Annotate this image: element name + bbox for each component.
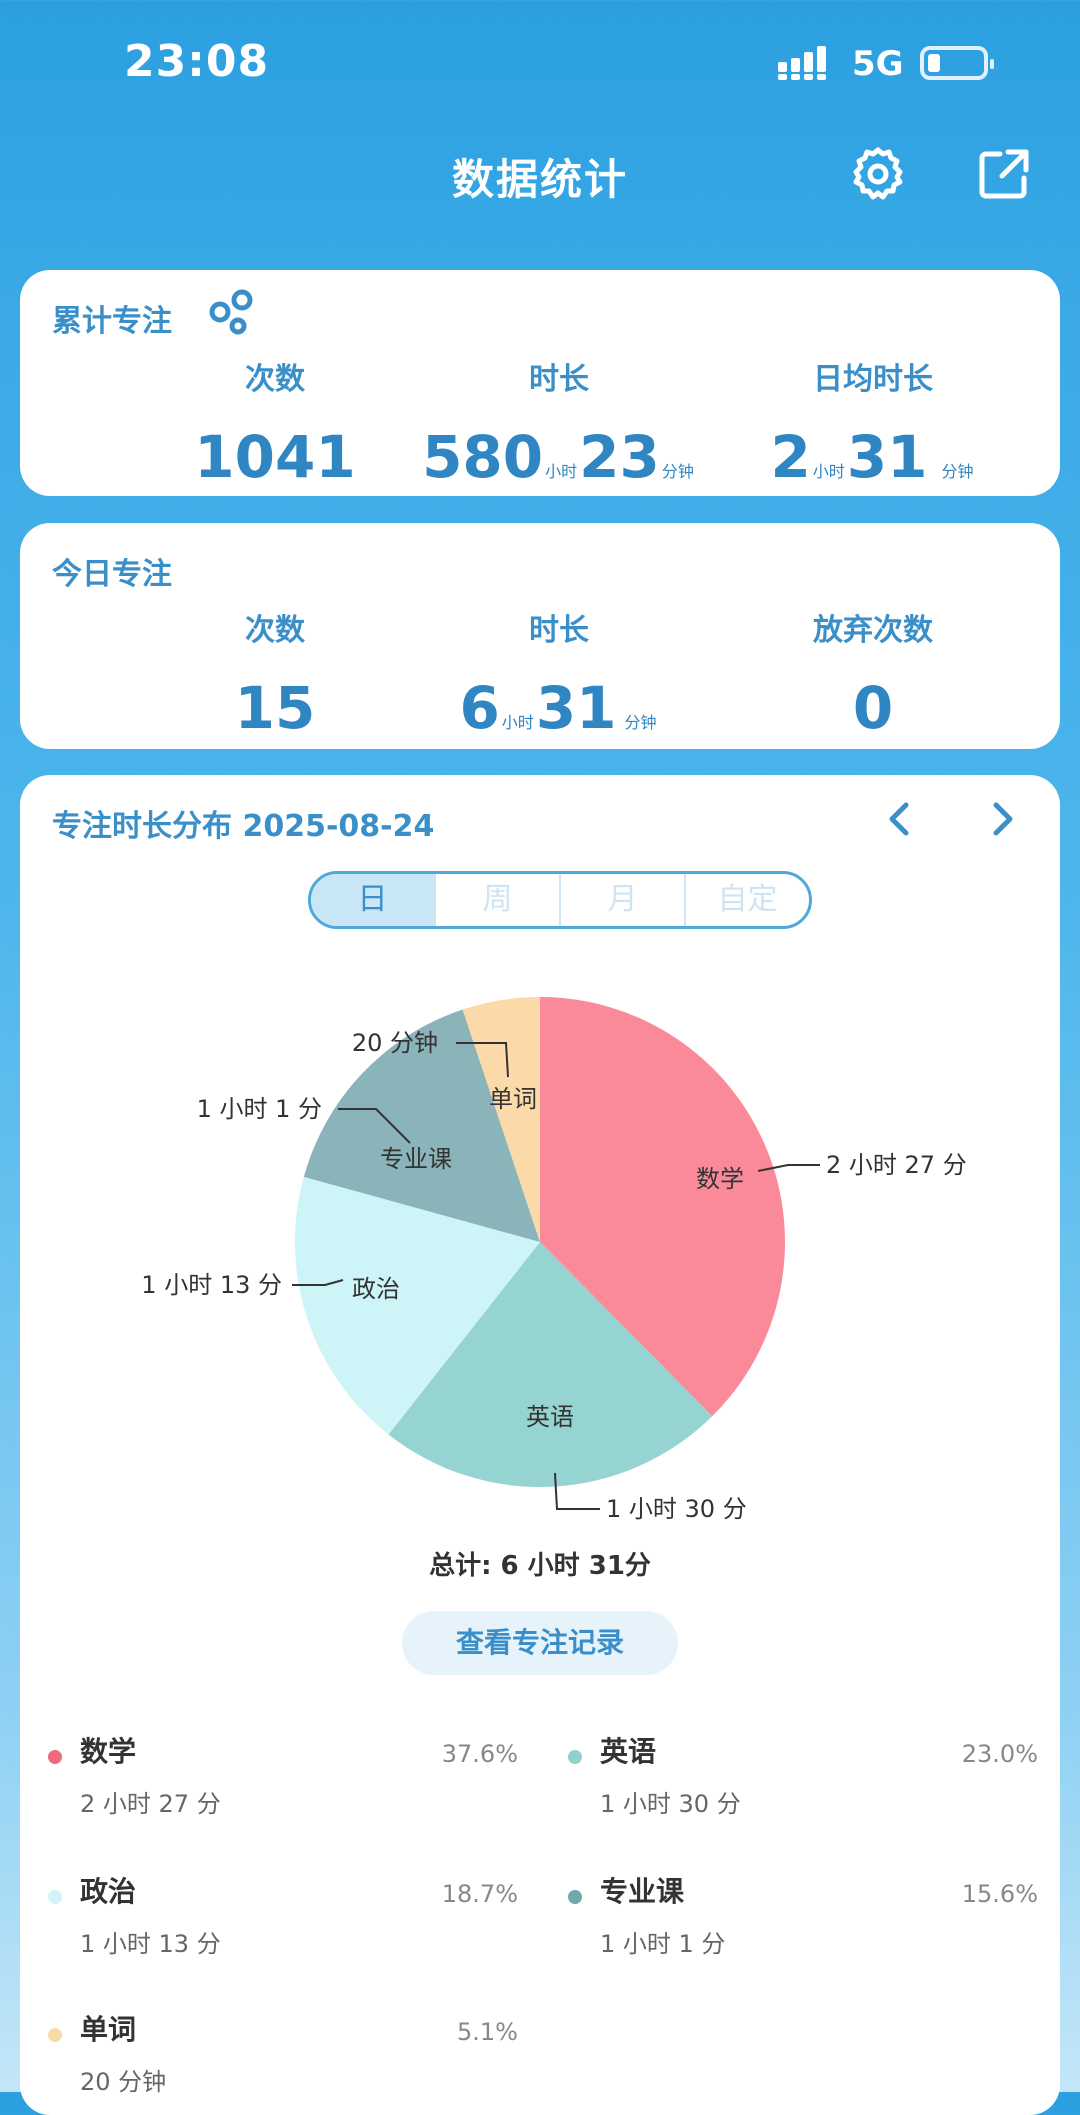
cumulative-average: 日均时长 2 小时31 分钟 bbox=[700, 354, 1046, 486]
cumulative-hours: 580 bbox=[422, 423, 544, 491]
legend-duration: 1 小时 30 分 bbox=[600, 1790, 741, 1818]
legend-percent: 23.0% bbox=[961, 1740, 1038, 1768]
network-type: 5G bbox=[852, 44, 904, 84]
legend-dot bbox=[48, 1750, 62, 1764]
battery-icon bbox=[920, 46, 994, 80]
slice-label: 单词 bbox=[489, 1085, 537, 1113]
cumulative-title: 累计专注 bbox=[52, 304, 172, 339]
today-duration-value: 6 小时31 分钟 bbox=[386, 679, 732, 737]
status-time: 23:08 bbox=[124, 36, 270, 87]
cumulative-average-label: 日均时长 bbox=[813, 362, 933, 397]
cumulative-average-value: 2 小时31 分钟 bbox=[700, 428, 1046, 486]
slice-value-label: 2 小时 27 分 bbox=[826, 1151, 967, 1179]
legend-dot bbox=[568, 1750, 582, 1764]
today-abandon: 放弃次数 0 bbox=[700, 605, 1046, 737]
slice-label: 数学 bbox=[696, 1165, 744, 1193]
cumulative-duration: 时长 580 小时23 分钟 bbox=[386, 354, 732, 486]
today-duration: 时长 6 小时31 分钟 bbox=[386, 605, 732, 737]
today-abandon-label: 放弃次数 bbox=[813, 613, 933, 648]
unit-minute: 分钟 bbox=[941, 462, 974, 481]
legend-name: 单词 bbox=[80, 2013, 137, 2046]
legend-percent: 5.1% bbox=[457, 2018, 518, 2046]
legend-item: 数学 2 小时 27 分 37.6% bbox=[48, 1730, 518, 1830]
unit-hour: 小时 bbox=[501, 713, 534, 732]
legend-name: 政治 bbox=[80, 1875, 137, 1908]
slice-label: 英语 bbox=[526, 1403, 574, 1431]
export-icon[interactable] bbox=[974, 144, 1034, 204]
today-minutes: 31 bbox=[535, 674, 617, 742]
slice-label: 政治 bbox=[352, 1275, 400, 1303]
today-duration-label: 时长 bbox=[529, 613, 589, 648]
slice-value-label: 1 小时 13 分 bbox=[141, 1271, 282, 1299]
legend-item: 政治 1 小时 13 分 18.7% bbox=[48, 1870, 518, 1970]
slice-value-label: 1 小时 30 分 bbox=[606, 1495, 747, 1523]
legend-duration: 1 小时 1 分 bbox=[600, 1930, 726, 1958]
cumulative-duration-label: 时长 bbox=[529, 362, 589, 397]
pie-chart: 数学 2 小时 27 分英语 1 小时 30 分 政治 1 小时 13 分 专业课 1 小时… bbox=[141, 997, 967, 1523]
unit-minute: 分钟 bbox=[624, 713, 657, 732]
view-records-button[interactable]: 查看专注记录 bbox=[402, 1611, 678, 1675]
legend-name: 数学 bbox=[80, 1735, 137, 1768]
avg-minutes: 31 bbox=[846, 423, 928, 491]
cumulative-minutes: 23 bbox=[579, 423, 660, 491]
slice-label: 专业课 bbox=[380, 1145, 452, 1173]
legend-dot bbox=[48, 1890, 62, 1904]
legend-percent: 18.7% bbox=[441, 1880, 518, 1908]
legend-item: 单词 20 分钟 5.1% bbox=[48, 2008, 518, 2108]
today-abandon-value: 0 bbox=[852, 674, 894, 742]
nav-bar: 数据统计 bbox=[0, 130, 1080, 220]
avg-hours: 2 bbox=[770, 423, 811, 491]
legend-name: 专业课 bbox=[600, 1875, 685, 1908]
legend-percent: 15.6% bbox=[961, 1880, 1038, 1908]
slice-value-label: 1 小时 1 分 bbox=[197, 1095, 322, 1123]
unit-hour: 小时 bbox=[812, 462, 845, 481]
legend-percent: 37.6% bbox=[441, 1740, 518, 1768]
unit-minute: 分钟 bbox=[661, 462, 694, 481]
legend-duration: 1 小时 13 分 bbox=[80, 1930, 221, 1958]
legend-item: 英语 1 小时 30 分 23.0% bbox=[568, 1730, 1038, 1830]
unit-hour: 小时 bbox=[545, 462, 578, 481]
total-duration: 总计: 6 小时 31分 bbox=[429, 1551, 651, 1581]
today-title: 今日专注 bbox=[52, 557, 172, 592]
gear-icon[interactable] bbox=[848, 144, 908, 204]
legend-dot bbox=[568, 1890, 582, 1904]
legend-item: 专业课 1 小时 1 分 15.6% bbox=[568, 1870, 1038, 1970]
today-card: 今日专注 次数 15 时长 6 小时31 分钟 放弃次数 0 bbox=[20, 523, 1060, 749]
today-hours: 6 bbox=[459, 674, 500, 742]
distribution-card: 专注时长分布 2025-08-24 日 周 月 自定 数学 2 小时 27 分英语… bbox=[20, 775, 1060, 2115]
legend-duration: 2 小时 27 分 bbox=[80, 1790, 221, 1818]
status-bar: 23:08 5G bbox=[0, 0, 1080, 130]
legend-dot bbox=[48, 2028, 62, 2042]
page-title: 数据统计 bbox=[451, 155, 628, 204]
legend-name: 英语 bbox=[600, 1735, 657, 1768]
bubbles-icon bbox=[209, 289, 253, 335]
slice-value-label: 20 分钟 bbox=[352, 1029, 438, 1057]
signal-icon bbox=[778, 46, 826, 80]
cumulative-card: 累计专注 次数 1041 时长 580 小时23 分钟 日均时长 2 小时31 分钟 bbox=[20, 270, 1060, 496]
cumulative-duration-value: 580 小时23 分钟 bbox=[386, 428, 732, 486]
